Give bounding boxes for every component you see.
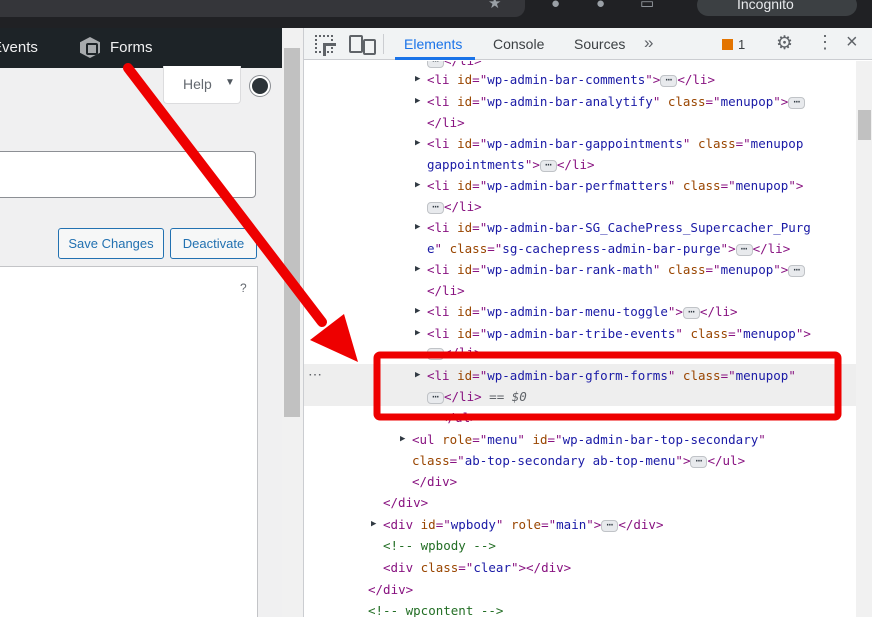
wp-admin-page: Events Forms Help ▼ Save Changes Deactiv… [0,28,282,617]
expand-triangle-icon[interactable]: ▶ [371,513,376,535]
bookmark-star-icon[interactable]: ★ [488,0,501,11]
dom-node[interactable]: ▶ <li id="wp-admin-bar-gappointments" cla… [304,133,856,155]
expand-ellipsis[interactable]: ⋯ [427,391,444,404]
address-bar[interactable]: ★ [0,0,525,17]
dom-node[interactable]: <div class="clear"></div> [304,557,856,579]
extension-icon[interactable]: ● [551,0,560,11]
issues-count[interactable]: 1 [738,37,745,52]
expand-triangle-icon[interactable]: ▶ [415,364,420,386]
shield-icon[interactable]: ● [596,0,605,11]
tab-sources[interactable]: Sources [574,36,625,52]
help-question-icon[interactable]: ? [240,281,247,295]
wp-admin-bar: Events Forms [0,28,282,68]
dom-node-close: </div> [368,582,414,597]
expand-triangle-icon[interactable]: ▶ [415,322,420,344]
caret-down-icon: ▼ [225,77,235,88]
dom-node-cont: ⋯ </li> [304,342,856,364]
expand-ellipsis[interactable]: ⋯ [427,201,444,214]
expand-triangle-icon[interactable]: ▶ [415,174,420,196]
admin-bar-forms[interactable]: Forms [110,39,153,56]
dom-node-close: </div> [383,495,429,510]
issues-flag-icon[interactable] [722,39,733,50]
dom-node[interactable]: ▶ <li id="wp-admin-bar-comments"> ⋯ </li> [304,69,856,91]
inspect-element-icon[interactable] [315,35,333,53]
expand-ellipsis[interactable]: ⋯ [690,455,708,468]
expand-triangle-icon[interactable]: ▶ [415,90,420,112]
expand-ellipsis[interactable]: ⋯ [735,243,753,256]
deactivate-button[interactable]: Deactivate [170,228,257,259]
node-actions-icon[interactable]: ⋯ [308,363,322,385]
text-input[interactable] [0,151,256,198]
dom-node[interactable]: ▶ <li id="wp-admin-bar-perfmatters" class… [304,175,856,197]
devtools-toolbar: Elements Console Sources » 1 ⚙ ⋮ × [304,28,872,60]
expand-triangle-icon[interactable]: ▶ [415,258,420,280]
expand-triangle-icon[interactable]: ▶ [415,132,420,154]
kebab-menu-icon[interactable]: ⋮ [816,33,834,51]
dom-node-close: </div> [412,474,458,489]
page-scrollbar-thumb[interactable] [284,48,300,417]
devtools-scrollbar-thumb[interactable] [858,110,871,140]
expand-ellipsis[interactable]: ⋯ [788,96,806,109]
expand-ellipsis[interactable]: ⋯ [539,159,557,172]
dom-node[interactable]: ▶ <div id="wpbody" role="main"> ⋯ </div> [304,514,856,536]
dom-node-close: </ul> [440,410,478,425]
expand-ellipsis[interactable]: ⋯ [682,306,700,319]
dom-node[interactable]: ▶ <li id="wp-admin-bar-rank-math" class="… [304,259,856,281]
dom-node-selected-open[interactable]: ▶ <li id="wp-admin-bar-gform-forms" class… [304,365,856,387]
devtools-panel: Elements Console Sources » 1 ⚙ ⋮ × ⋯</li… [303,28,872,617]
expand-ellipsis[interactable]: ⋯ [788,264,806,277]
devtools-scrollbar[interactable] [856,61,872,617]
expand-triangle-icon[interactable]: ▶ [415,300,420,322]
dom-node[interactable]: ▶ <li id="wp-admin-bar-analytify" class="… [304,91,856,113]
dom-node-cont: class="ab-top-secondary ab-top-menu"> ⋯ </… [412,453,746,468]
dom-comment[interactable]: <!-- wpcontent --> [304,600,856,617]
dom-node-cont: gappointments"> ⋯ </li> [427,157,595,172]
dom-node-selected-close: ⋯ </li> == $0 [304,386,856,408]
expand-ellipsis[interactable]: ⋯ [660,74,678,87]
incognito-badge[interactable]: Incognito [697,0,857,16]
device-toolbar-icon[interactable] [349,35,376,55]
dom-node-cont: e" class="sg-cachepress-admin-bar-purge"… [427,241,791,256]
expand-ellipsis[interactable]: ⋯ [601,519,619,532]
dom-node-cont: ⋯ </li> [304,196,856,218]
dom-node[interactable]: ▶ <li id="wp-admin-bar-SG_CachePress_Supe… [304,217,856,239]
dom-node-close: </li> [427,283,465,298]
settings-gear-icon[interactable]: ⚙ [776,34,793,53]
browser-toolbar: ★ ● ● ▭ Incognito [0,0,872,28]
expand-triangle-icon[interactable]: ▶ [400,428,405,450]
settings-panel: ? [0,266,258,617]
expand-triangle-icon[interactable]: ▶ [415,216,420,238]
admin-bar-events[interactable]: Events [0,39,38,56]
dom-tree: ⋯</li> ▶<li id="wp-admin-bar-comments">⋯… [304,61,856,617]
dom-node-close: </li> [427,115,465,130]
active-tab-indicator [395,57,475,60]
save-changes-button[interactable]: Save Changes [58,228,164,259]
toolbar-divider [383,34,384,54]
tab-elements[interactable]: Elements [404,36,462,52]
window-icon[interactable]: ▭ [640,0,654,11]
help-label: Help [183,76,212,92]
expand-triangle-icon[interactable]: ▶ [415,68,420,90]
page-scrollbar[interactable] [282,28,303,617]
expand-ellipsis[interactable]: ⋯ [427,61,444,68]
dom-node[interactable]: ▶ <ul role="menu" id="wp-admin-bar-top-se… [304,429,856,451]
tab-console[interactable]: Console [493,36,544,52]
user-avatar[interactable] [249,75,271,97]
help-tab-button[interactable]: Help ▼ [163,66,241,104]
dom-comment[interactable]: <!-- wpbody --> [304,535,856,557]
expand-ellipsis[interactable]: ⋯ [427,347,444,360]
close-icon[interactable]: × [846,32,858,52]
more-tabs-icon[interactable]: » [644,33,653,53]
dom-node[interactable]: ▶ <li id="wp-admin-bar-menu-toggle"> ⋯ </li… [304,301,856,323]
selected-node-marker: == $0 [489,389,527,404]
gravity-forms-icon[interactable] [80,37,100,58]
